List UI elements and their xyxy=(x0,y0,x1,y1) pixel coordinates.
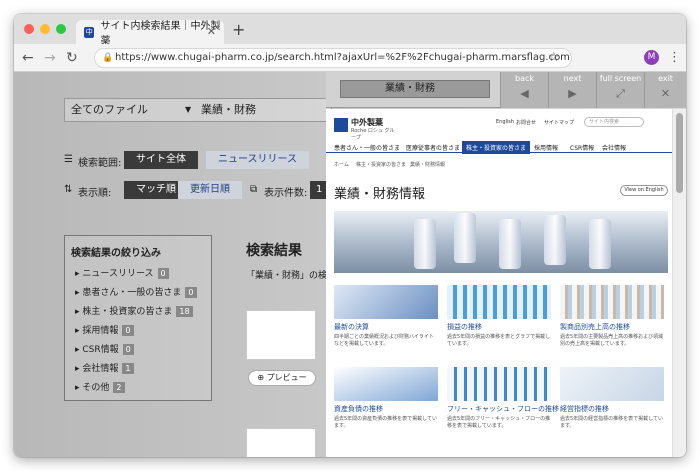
lock-icon: 🔒 xyxy=(102,53,114,63)
filter-item[interactable]: ▸ 株主・投資家の皆さま 18 xyxy=(75,304,193,317)
profile-avatar[interactable]: M xyxy=(644,50,659,65)
nav-divider xyxy=(326,152,672,153)
right-arrow-icon: ▶ xyxy=(568,87,577,100)
order-label: 表示順: xyxy=(78,188,112,199)
nav-item[interactable]: 会社情報 xyxy=(602,143,626,152)
file-type-select[interactable]: 全てのファイル xyxy=(71,99,148,121)
filter-item[interactable]: ▸ その他 2 xyxy=(75,380,125,393)
util-link[interactable]: サイトマップ xyxy=(544,119,574,126)
chevron-down-icon: ▼ xyxy=(185,105,192,114)
filter-item[interactable]: ▸ 会社情報 1 xyxy=(75,361,134,374)
bookmark-star-icon[interactable]: ☆ xyxy=(548,50,560,65)
count-label: 表示件数: xyxy=(264,188,308,199)
english-button[interactable]: View on English xyxy=(620,185,668,196)
nav-item[interactable]: CSR情報 xyxy=(570,143,594,152)
back-arrow-icon[interactable]: ← xyxy=(22,50,34,66)
results-title: 検索結果 xyxy=(246,243,302,259)
fullscreen-icon: ⤢ xyxy=(616,87,625,100)
card-image xyxy=(447,367,551,401)
tab-strip: 中 サイト内検索結果｜中外製薬 ✕ + xyxy=(14,14,686,47)
filter-item[interactable]: ▸ 採用情報 0 xyxy=(75,323,134,336)
minimize-window-button[interactable] xyxy=(40,24,50,34)
results-subtitle: 「業績・財務」の検 xyxy=(246,271,328,281)
tab-title: サイト内検索結果｜中外製薬 xyxy=(100,21,221,47)
card-image xyxy=(447,285,551,319)
copy-icon: ⧉ xyxy=(250,184,258,195)
close-icon: ✕ xyxy=(660,87,671,100)
nav-item[interactable]: 採用情報 xyxy=(534,143,558,152)
util-link[interactable]: English xyxy=(496,119,514,125)
scope-label: 検索範囲: xyxy=(78,158,122,169)
page-content: 全てのファイル ▼ 業績・財務 ☰ 検索範囲: サイト全体 ニュースリリース ⇅… xyxy=(14,72,686,457)
logo-mark-icon xyxy=(334,118,348,132)
page-title: 業績・財務情報 xyxy=(334,187,426,202)
nav-item[interactable]: 医療従事者の皆さま xyxy=(406,143,460,152)
forward-arrow-icon[interactable]: → xyxy=(44,50,56,66)
favicon-icon: 中 xyxy=(84,26,95,38)
search-query[interactable]: 業績・財務 xyxy=(201,99,256,121)
filter-item[interactable]: ▸ ニュースリリース 0 xyxy=(75,266,169,279)
card-assets[interactable]: 資産負債の推移 過去5年間の資産負債の推移を表で掲載しています。 xyxy=(334,367,438,430)
company-logo[interactable]: 中外製薬 Roche ロシュ グループ xyxy=(334,116,398,141)
hero-image xyxy=(334,211,668,273)
site-search-input[interactable]: サイト内検索 xyxy=(584,117,644,127)
sort-icon: ⇅ xyxy=(64,184,73,195)
preview-search-text: 業績・財務 xyxy=(340,80,490,98)
preview-next-button[interactable]: next ▶ xyxy=(548,72,596,108)
card-image xyxy=(560,367,664,401)
util-link[interactable]: お問合せ xyxy=(516,119,536,126)
card-image xyxy=(560,285,664,319)
breadcrumb-item: 業績・財務情報 xyxy=(410,162,446,168)
filter-item[interactable]: ▸ 患者さん・一般の皆さま 0 xyxy=(75,285,197,298)
preview-back-button[interactable]: back ◀ xyxy=(500,72,548,108)
close-tab-icon[interactable]: ✕ xyxy=(207,25,216,38)
preview-scrollbar[interactable] xyxy=(672,109,686,457)
preview-page: 中外製薬 Roche ロシュ グループ English お問合せ サイトマップ … xyxy=(326,109,672,457)
card-image xyxy=(334,285,438,319)
new-tab-button[interactable]: + xyxy=(232,20,245,39)
preview-button[interactable]: ⊕ プレビュー xyxy=(248,370,316,386)
nav-item[interactable]: 患者さん・一般の皆さま xyxy=(334,143,400,152)
address-bar[interactable]: 🔒 https://www.chugai-pharm.co.jp/search.… xyxy=(94,48,572,68)
result-thumbnail[interactable] xyxy=(246,310,316,360)
scope-news-button[interactable]: ニュースリリース xyxy=(206,151,309,169)
breadcrumb-item[interactable]: 株主・投資家の皆さま xyxy=(356,161,406,168)
reload-icon[interactable]: ↻ xyxy=(66,50,78,66)
maximize-window-button[interactable] xyxy=(56,24,66,34)
breadcrumb-item[interactable]: ホーム xyxy=(334,161,349,168)
order-date-button[interactable]: 更新日順 xyxy=(178,181,242,199)
card-indicators[interactable]: 経営指標の推移 過去5年間の経営指標の推移を表で掲載しています。 xyxy=(560,367,664,430)
fullscreen-button[interactable]: full screen ⤢ xyxy=(596,72,644,108)
card-latest[interactable]: 最新の決算 四半期ごとの業績概況および財務ハイライトなどを掲載しています。 xyxy=(334,285,438,348)
exit-button[interactable]: exit ✕ xyxy=(644,72,686,108)
card-sales[interactable]: 製商品別売上高の推移 過去5年間の主要製品売上高の推移および領域別の売上高を掲載… xyxy=(560,285,664,348)
close-window-button[interactable] xyxy=(24,24,34,34)
card-profit[interactable]: 損益の推移 過去5年間の損益の推移を表とグラフで掲載しています。 xyxy=(447,285,551,348)
preview-toolbar: 業績・財務 back◀ next▶ full screen⤢ off▬ xyxy=(326,72,686,108)
search-bar[interactable]: 全てのファイル ▼ 業績・財務 xyxy=(64,98,332,122)
scope-all-button[interactable]: サイト全体 xyxy=(124,151,198,169)
browser-toolbar: ← → ↻ 🔒 https://www.chugai-pharm.co.jp/s… xyxy=(14,44,686,72)
result-thumbnail[interactable] xyxy=(246,428,316,457)
filter-title: 検索結果の絞り込み xyxy=(71,248,161,259)
filter-panel: 検索結果の絞り込み ▸ ニュースリリース 0 ▸ 患者さん・一般の皆さま 0 ▸ 株… xyxy=(64,235,212,401)
url-text: https://www.chugai-pharm.co.jp/search.ht… xyxy=(115,52,571,63)
card-cashflow[interactable]: フリー・キャッシュ・フローの推移 過去5年間のフリー・キャッシュ・フローの推移を… xyxy=(447,367,559,430)
list-icon: ☰ xyxy=(64,154,73,165)
browser-menu-icon[interactable]: ⋮ xyxy=(668,50,681,65)
card-image xyxy=(334,367,438,401)
browser-tab[interactable]: 中 サイト内検索結果｜中外製薬 ✕ xyxy=(76,20,224,47)
scrollbar-thumb[interactable] xyxy=(676,113,683,193)
left-arrow-icon: ◀ xyxy=(520,87,529,100)
filter-item[interactable]: ▸ CSR情報 0 xyxy=(75,342,134,355)
browser-window: 中 サイト内検索結果｜中外製薬 ✕ + ← → ↻ 🔒 https://www.… xyxy=(14,14,686,457)
